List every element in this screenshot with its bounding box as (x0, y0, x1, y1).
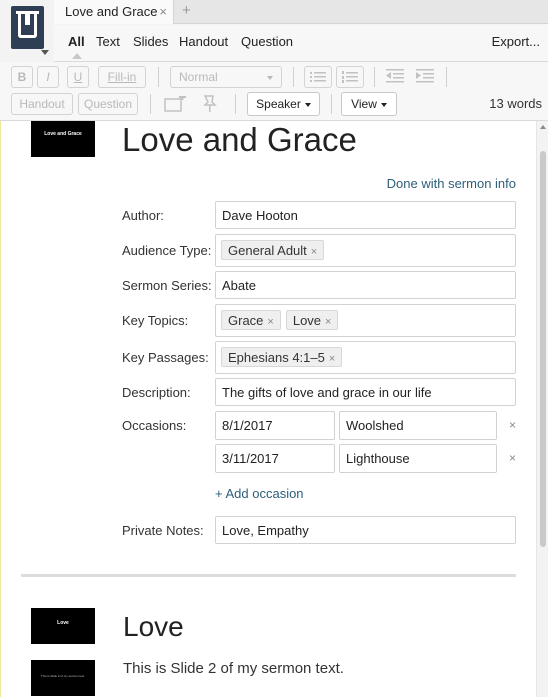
passage-chip[interactable]: Ephesians 4:1–5 × (221, 347, 343, 367)
numbered-list-icon (342, 71, 358, 83)
new-tab-icon[interactable]: + (182, 2, 191, 19)
occasion-date-field[interactable]: 8/1/2017 (215, 411, 335, 440)
toolbar-separator (293, 67, 294, 87)
remove-occasion-icon[interactable]: × (509, 451, 516, 465)
scroll-thumb[interactable] (540, 151, 546, 547)
occasion-date-field[interactable]: 3/11/2017 (215, 444, 335, 473)
mode-slides[interactable]: Slides (133, 34, 168, 49)
mode-bar: All Text Slides Handout Question Export.… (54, 25, 548, 62)
chip-label: Love (292, 313, 322, 328)
occasions-label: Occasions: (122, 418, 187, 433)
description-field[interactable]: The gifts of love and grace in our life (215, 378, 516, 406)
notes-label: Private Notes: (122, 523, 204, 538)
toolbar-separator (374, 67, 375, 87)
handout-button[interactable]: Handout (11, 93, 73, 115)
author-field[interactable]: Dave Hooton (215, 201, 516, 229)
audience-chip[interactable]: General Adult × (221, 240, 325, 260)
fill-in-button[interactable]: Fill-in (98, 66, 146, 88)
view-label: View (351, 97, 377, 111)
series-field[interactable]: Abate (215, 271, 516, 299)
scroll-up-icon[interactable] (540, 125, 546, 129)
export-button[interactable]: Export... (492, 34, 540, 49)
mode-handout[interactable]: Handout (179, 34, 228, 49)
slide-thumbnail[interactable]: This is Slide 2 of my sermon text. (31, 660, 95, 696)
add-slide-icon[interactable] (164, 94, 186, 115)
speaker-label: Speaker (256, 97, 301, 111)
description-label: Description: (122, 385, 191, 400)
chip-label: General Adult (228, 243, 307, 258)
tab-bar: Love and Grace × + (54, 0, 548, 24)
paragraph-style-value: Normal (179, 70, 218, 84)
passages-label: Key Passages: (122, 350, 209, 365)
chevron-down-icon (267, 76, 273, 80)
chevron-down-icon[interactable] (41, 50, 49, 55)
view-dropdown[interactable]: View (341, 92, 397, 116)
chip-label: Grace (228, 313, 264, 328)
speaker-dropdown[interactable]: Speaker (247, 92, 320, 116)
occasion-place-field[interactable]: Woolshed (339, 411, 497, 440)
italic-button[interactable]: I (37, 66, 59, 88)
document-tab[interactable]: Love and Grace × (54, 0, 174, 24)
vertical-scrollbar[interactable] (536, 121, 548, 697)
remove-chip-icon[interactable]: × (311, 246, 317, 258)
slide-thumbnail[interactable]: Love (31, 608, 95, 644)
remove-chip-icon[interactable]: × (267, 316, 273, 328)
question-button[interactable]: Question (78, 93, 138, 115)
done-with-sermon-info-link[interactable]: Done with sermon info (387, 176, 516, 191)
app-logo-icon (11, 6, 44, 49)
bold-button[interactable]: B (11, 66, 33, 88)
topics-label: Key Topics: (122, 313, 189, 328)
outdent-icon[interactable] (386, 69, 404, 86)
formatting-toolbar: B I U Fill-in Normal Handout Question Sp… (0, 62, 548, 121)
section-body-text[interactable]: This is Slide 2 of my sermon text. (123, 660, 344, 677)
topic-chip[interactable]: Love × (285, 310, 339, 330)
remove-chip-icon[interactable]: × (329, 353, 335, 365)
section-divider (21, 574, 516, 577)
series-label: Sermon Series: (122, 278, 212, 293)
chevron-down-icon (304, 102, 311, 107)
word-count: 13 words (489, 96, 542, 111)
underline-button[interactable]: U (67, 66, 89, 88)
passages-field[interactable]: Ephesians 4:1–5 × (215, 341, 516, 374)
chip-label: Ephesians 4:1–5 (228, 350, 325, 365)
bulleted-list-button[interactable] (304, 66, 332, 88)
mode-text[interactable]: Text (96, 34, 120, 49)
toolbar-separator (158, 67, 159, 87)
document-tab-title: Love and Grace (65, 4, 158, 19)
slide-thumbnail-text: This is Slide 2 of my sermon text. (40, 674, 86, 678)
audience-field[interactable]: General Adult × (215, 234, 516, 267)
mode-question[interactable]: Question (241, 34, 293, 49)
topics-field[interactable]: Grace × Love × (215, 304, 516, 337)
toolbar-separator (331, 94, 332, 114)
remove-occasion-icon[interactable]: × (509, 418, 516, 432)
pin-icon[interactable] (202, 95, 218, 116)
section-heading[interactable]: Love (123, 611, 184, 643)
app-logo[interactable] (0, 0, 54, 62)
remove-chip-icon[interactable]: × (325, 316, 331, 328)
indent-icon[interactable] (416, 69, 434, 86)
occasion-place-field[interactable]: Lighthouse (339, 444, 497, 473)
toolbar-separator (446, 67, 447, 87)
topic-chip[interactable]: Grace × (221, 310, 281, 330)
chevron-down-icon (380, 102, 387, 107)
active-mode-indicator (72, 53, 82, 59)
toolbar-separator (150, 94, 151, 114)
private-notes-field[interactable]: Love, Empathy (215, 516, 516, 544)
paragraph-style-select[interactable]: Normal (170, 66, 282, 88)
slide-thumbnail-title: Love (57, 620, 69, 626)
add-occasion-link[interactable]: + Add occasion (215, 486, 304, 501)
audience-label: Audience Type: (122, 243, 212, 258)
numbered-list-button[interactable] (336, 66, 364, 88)
editor-area[interactable]: Love and Grace Love and Grace Done with … (0, 121, 536, 697)
sermon-title[interactable]: Love and Grace (122, 121, 357, 159)
toolbar-separator (235, 94, 236, 114)
slide-thumbnail[interactable]: Love and Grace (31, 121, 95, 157)
bulleted-list-icon (310, 72, 326, 82)
author-label: Author: (122, 208, 164, 223)
close-tab-icon[interactable]: × (159, 4, 167, 19)
slide-thumbnail-title: Love and Grace (44, 131, 82, 137)
mode-all[interactable]: All (68, 34, 85, 49)
